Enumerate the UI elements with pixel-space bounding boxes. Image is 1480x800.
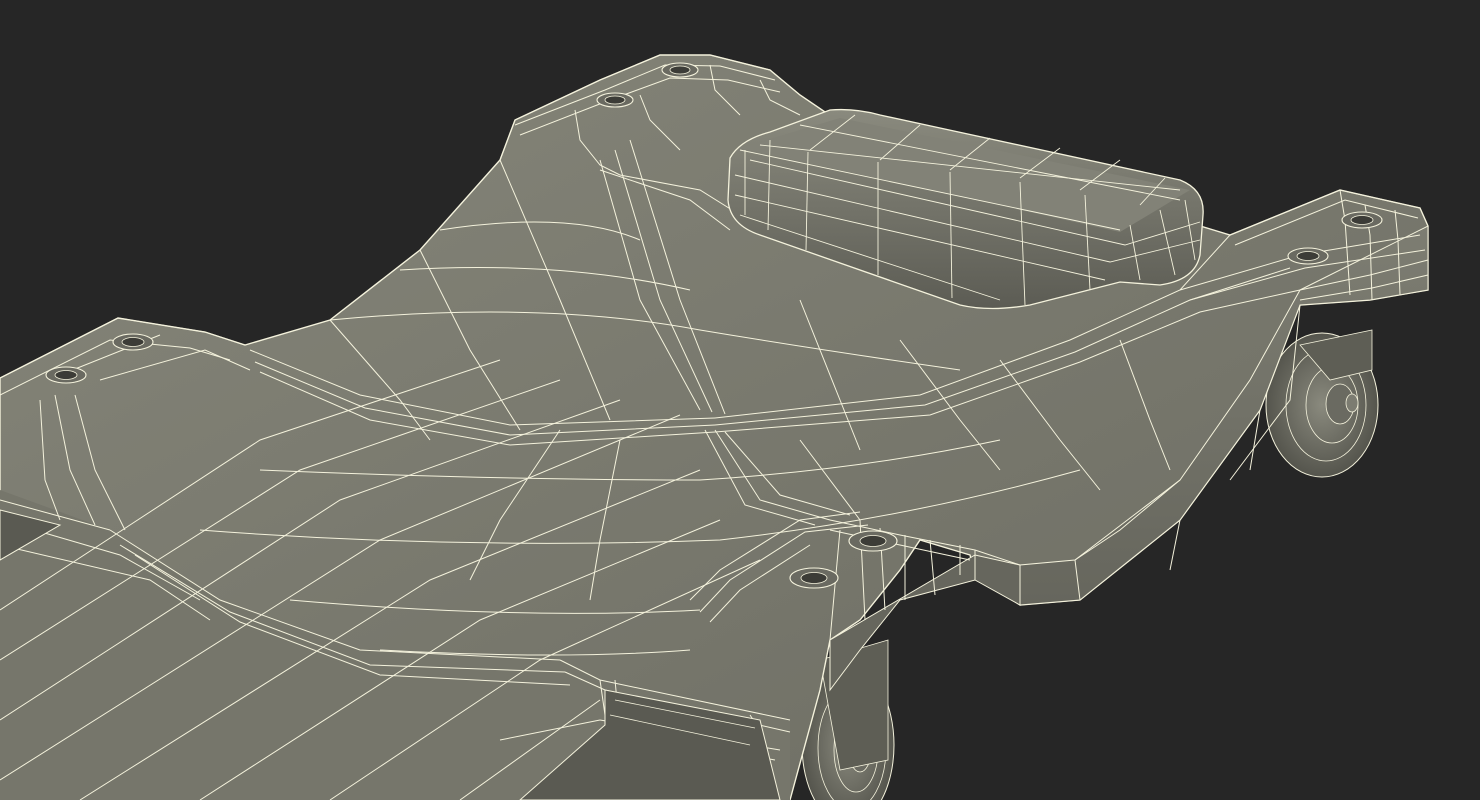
- bolt-hole: [848, 530, 898, 552]
- bolt-hole: [1341, 211, 1383, 229]
- bolt-hole: [789, 567, 839, 589]
- bolt-hole: [661, 62, 699, 78]
- wireframe-viewport: [0, 0, 1480, 800]
- bolt-hole: [1287, 247, 1329, 265]
- bolt-hole: [112, 333, 154, 351]
- bolt-hole: [596, 92, 634, 108]
- bolt-hole: [45, 366, 87, 384]
- creeper-wireframe-render: [0, 0, 1480, 800]
